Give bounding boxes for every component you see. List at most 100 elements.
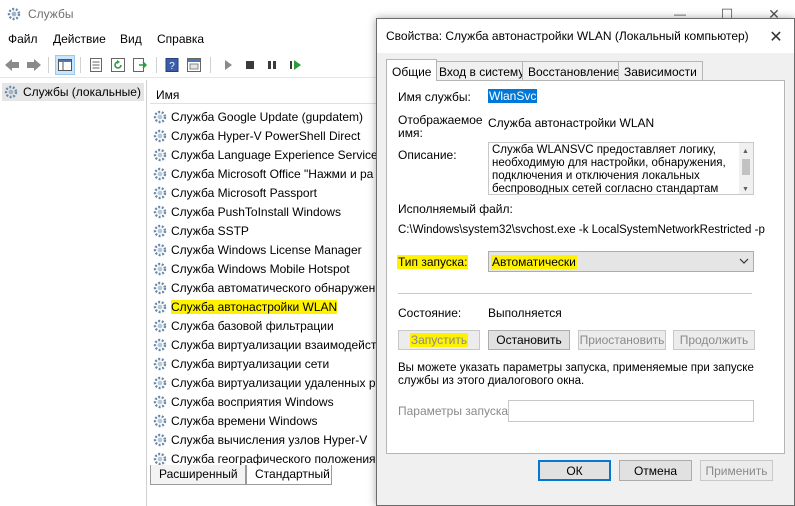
- tab-extended-label: Расширенный: [159, 467, 238, 481]
- service-row[interactable]: Служба базовой фильтрации: [152, 316, 334, 335]
- service-row[interactable]: Служба восприятия Windows: [152, 392, 334, 411]
- description-textbox[interactable]: Служба WLANSVC предоставляет логику, нео…: [488, 142, 754, 195]
- dialog-close-button[interactable]: ✕: [764, 25, 788, 49]
- service-row[interactable]: Служба Microsoft Passport: [152, 183, 317, 202]
- service-name: Служба Google Update (gupdatem): [171, 109, 363, 124]
- tree-item-services-local[interactable]: Службы (локальные): [2, 83, 144, 101]
- service-row[interactable]: Служба автоматического обнаружен: [152, 278, 375, 297]
- startup-type-value: Автоматически: [491, 255, 577, 269]
- stop-icon: [246, 61, 254, 69]
- service-name: Служба автонастройки WLAN: [171, 299, 338, 314]
- tab-dependencies[interactable]: Зависимости: [618, 61, 703, 81]
- params-input[interactable]: [508, 400, 754, 422]
- service-row[interactable]: Служба Hyper-V PowerShell Direct: [152, 126, 360, 145]
- service-row[interactable]: Служба Microsoft Office "Нажми и ра: [152, 164, 373, 183]
- stop-service-button[interactable]: [240, 55, 260, 75]
- service-gear-icon: [153, 186, 167, 199]
- forward-button[interactable]: [24, 55, 44, 75]
- service-row[interactable]: Служба Windows License Manager: [152, 240, 362, 259]
- service-row[interactable]: Служба Language Experience Service: [152, 145, 378, 164]
- tab-general[interactable]: Общие: [386, 59, 438, 81]
- pause-service-button[interactable]: [262, 55, 282, 75]
- refresh-button[interactable]: [108, 55, 128, 75]
- scroll-up-icon[interactable]: ▲: [742, 145, 749, 158]
- show-console-tree-button[interactable]: [55, 55, 75, 75]
- column-header-label: Имя: [156, 88, 180, 102]
- service-row[interactable]: Служба времени Windows: [152, 411, 318, 430]
- service-row[interactable]: Служба виртуализации удаленных ра: [152, 373, 382, 392]
- divider: [398, 293, 752, 294]
- tab-logon[interactable]: Вход в систему: [433, 61, 531, 81]
- tree-item-label: Службы (локальные): [23, 85, 141, 99]
- pause-button[interactable]: Приостановить: [578, 330, 666, 350]
- service-row[interactable]: Служба виртуализации взаимодейст: [152, 335, 376, 354]
- ok-button-label: ОК: [566, 463, 583, 478]
- pause-icon: [268, 61, 276, 69]
- mmc-window-icon: [187, 58, 201, 72]
- description-scrollbar[interactable]: ▲ ▼: [739, 143, 753, 194]
- svg-text:?: ?: [169, 61, 175, 72]
- service-name: Служба Microsoft Passport: [171, 185, 317, 200]
- description-label: Описание:: [398, 148, 457, 162]
- properties-dialog: Свойства: Служба автонастройки WLAN (Лок…: [376, 18, 795, 506]
- service-name: Служба SSTP: [171, 223, 249, 238]
- service-gear-icon: [153, 414, 167, 427]
- service-row[interactable]: Служба PushToInstall Windows: [152, 202, 341, 221]
- back-button[interactable]: [2, 55, 22, 75]
- startup-type-select[interactable]: Автоматически: [488, 251, 754, 272]
- service-gear-icon: [153, 376, 167, 389]
- apply-button[interactable]: Применить: [700, 460, 773, 481]
- service-name: Служба вычисления узлов Hyper-V: [171, 432, 368, 447]
- start-button[interactable]: Запустить: [398, 330, 480, 350]
- menu-file[interactable]: Файл: [8, 32, 38, 46]
- display-name-label: Отображаемое имя:: [398, 114, 483, 140]
- display-name-value[interactable]: Служба автонастройки WLAN: [488, 116, 654, 130]
- service-row[interactable]: Служба вычисления узлов Hyper-V: [152, 430, 367, 449]
- stop-button[interactable]: Остановить: [488, 330, 570, 350]
- service-row[interactable]: Служба автонастройки WLAN: [152, 297, 338, 316]
- tab-extended[interactable]: Расширенный: [150, 465, 246, 485]
- dialog-title: Свойства: Служба автонастройки WLAN (Лок…: [386, 29, 749, 43]
- back-arrow-icon: [5, 59, 19, 71]
- help-button[interactable]: ?: [162, 55, 182, 75]
- params-label: Параметры запуска:: [398, 404, 512, 418]
- service-name: Служба восприятия Windows: [171, 394, 334, 409]
- view-tabs: Расширенный Стандартный: [150, 465, 380, 485]
- start-service-button[interactable]: [218, 55, 238, 75]
- services-gear-icon: [4, 85, 18, 99]
- resume-button[interactable]: Продолжить: [673, 330, 755, 350]
- close-icon: ✕: [769, 29, 783, 46]
- cancel-button[interactable]: Отмена: [619, 460, 692, 481]
- service-name: Служба Language Experience Service: [171, 147, 378, 162]
- tab-recovery[interactable]: Восстановление: [522, 61, 626, 81]
- ok-button[interactable]: ОК: [538, 460, 611, 481]
- menu-action[interactable]: Действие: [53, 32, 106, 46]
- service-row[interactable]: Служба Google Update (gupdatem): [152, 107, 363, 126]
- service-gear-icon: [153, 148, 167, 161]
- export-list-button[interactable]: [130, 55, 150, 75]
- service-name: Служба времени Windows: [171, 413, 318, 428]
- tab-standard[interactable]: Стандартный: [246, 465, 332, 485]
- toolbar-separator: [156, 57, 157, 73]
- service-gear-icon: [153, 300, 167, 313]
- mmc-button[interactable]: [184, 55, 204, 75]
- service-row[interactable]: Служба Windows Mobile Hotspot: [152, 259, 350, 278]
- service-gear-icon: [153, 224, 167, 237]
- scroll-down-icon[interactable]: ▼: [742, 183, 749, 194]
- service-row[interactable]: Служба SSTP: [152, 221, 249, 240]
- exe-path-value[interactable]: C:\Windows\system32\svchost.exe -k Local…: [398, 224, 765, 236]
- resume-button-label: Продолжить: [679, 333, 749, 347]
- column-header-name[interactable]: Имя: [150, 84, 380, 104]
- service-row[interactable]: Служба виртуализации сети: [152, 354, 329, 373]
- service-name: Служба виртуализации сети: [171, 356, 330, 371]
- properties-button[interactable]: [86, 55, 106, 75]
- menu-help[interactable]: Справка: [157, 32, 204, 46]
- service-gear-icon: [153, 243, 167, 256]
- window-title: Службы: [28, 7, 74, 21]
- console-tree-icon: [58, 59, 72, 71]
- scroll-thumb[interactable]: [742, 159, 750, 175]
- restart-service-button[interactable]: [286, 55, 306, 75]
- menu-view[interactable]: Вид: [120, 32, 142, 46]
- status-value: Выполняется: [488, 306, 562, 320]
- service-name-value[interactable]: WlanSvc: [488, 89, 538, 103]
